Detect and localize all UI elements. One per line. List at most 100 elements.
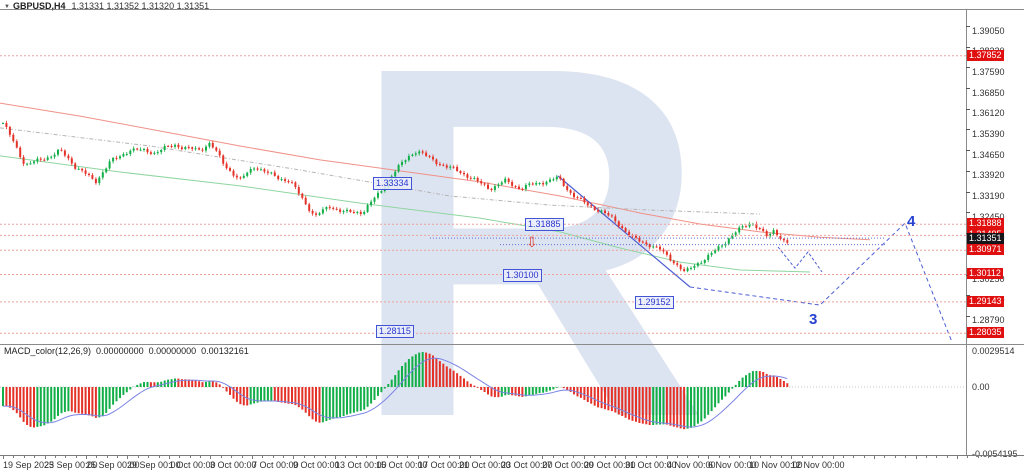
candle-body xyxy=(659,247,661,250)
time-axis-tick xyxy=(511,456,512,458)
time-axis-tick xyxy=(967,456,968,458)
time-axis-tick xyxy=(65,456,66,458)
candle-body xyxy=(133,149,135,151)
price-annotation-label[interactable]: 1.30100 xyxy=(503,269,542,282)
candle-body xyxy=(673,261,675,264)
indicator-value-1: 0.00000000 xyxy=(96,346,144,356)
time-axis-tick xyxy=(905,456,906,458)
price-annotation-label[interactable]: 1.28115 xyxy=(376,325,414,338)
indicator-value-2: 0.00000000 xyxy=(149,346,197,356)
candle-body xyxy=(291,182,293,183)
candle-body xyxy=(604,211,606,213)
candle-body xyxy=(501,183,503,185)
candle-body xyxy=(521,189,523,190)
time-axis-tick xyxy=(55,456,56,458)
time-axis-tick xyxy=(916,456,917,459)
wave-number-label[interactable]: 4 xyxy=(907,213,915,230)
level-price-box: 1.29143 xyxy=(967,296,1004,307)
candle-body xyxy=(439,164,441,165)
candle-body xyxy=(277,176,279,179)
candle-body xyxy=(136,149,138,150)
time-axis-tick xyxy=(76,456,77,458)
candle-body xyxy=(343,211,345,212)
level-price-box: 1.28035 xyxy=(967,327,1004,338)
candle-body xyxy=(621,226,623,228)
price-annotation-label[interactable]: 1.31885 xyxy=(525,218,564,231)
candle-body xyxy=(480,181,482,183)
time-axis-tick xyxy=(853,456,854,458)
time-axis-tick xyxy=(3,456,4,459)
time-axis-tick xyxy=(532,456,533,458)
time-axis-tick xyxy=(304,456,305,458)
time-axis-tick xyxy=(449,456,450,458)
wave-number-label[interactable]: 3 xyxy=(809,311,817,328)
candle-body xyxy=(704,260,706,263)
price-annotation-label[interactable]: 1.29152 xyxy=(635,296,674,309)
time-axis-tick xyxy=(470,456,471,458)
candle-body xyxy=(714,250,716,252)
candle-body xyxy=(301,194,303,198)
candle-body xyxy=(356,212,358,213)
chart-title: ▼GBPUSD,H41.31331 1.31352 1.31320 1.3135… xyxy=(4,1,209,11)
candle-body xyxy=(57,150,59,155)
candle-body xyxy=(85,170,87,173)
time-axis-tick xyxy=(677,456,678,458)
price-annotation-label[interactable]: 1.33334 xyxy=(373,177,412,190)
price-axis[interactable]: 1.390501.383201.375901.368501.361201.353… xyxy=(966,9,1024,455)
time-axis-tick xyxy=(843,456,844,458)
time-axis-tick xyxy=(563,456,564,458)
candle-body xyxy=(153,153,155,154)
candle-body xyxy=(363,212,365,214)
time-axis-tick xyxy=(231,456,232,458)
candle-body xyxy=(336,209,338,210)
time-axis-tick xyxy=(293,456,294,459)
candle-body xyxy=(370,202,372,205)
candle-body xyxy=(680,265,682,269)
candle-body xyxy=(446,165,448,167)
time-axis-tick xyxy=(262,456,263,458)
time-axis-tick xyxy=(148,456,149,458)
time-axis-tick xyxy=(242,456,243,458)
candle-body xyxy=(105,169,107,173)
candle-body xyxy=(645,242,647,244)
macd-indicator-pane[interactable] xyxy=(0,352,966,429)
time-axis-tick xyxy=(895,456,896,458)
chart-canvas[interactable] xyxy=(0,0,966,455)
candle-body xyxy=(528,184,530,185)
candle-body xyxy=(683,269,685,271)
candle-body xyxy=(511,182,513,186)
candle-body xyxy=(260,169,262,170)
axis-tick-mark xyxy=(966,109,970,110)
sell-signal-arrow-icon[interactable]: ⇩ xyxy=(526,234,538,251)
candle-body xyxy=(742,226,744,227)
time-axis-tick xyxy=(179,456,180,458)
candle-body xyxy=(140,150,142,151)
time-axis-tick xyxy=(625,456,626,459)
time-axis-tick xyxy=(864,456,865,458)
candle-body xyxy=(549,180,551,182)
candle-body xyxy=(669,255,671,261)
expand-arrow-icon[interactable]: ▼ xyxy=(4,4,10,10)
candle-body xyxy=(394,172,396,177)
main-price-pane[interactable] xyxy=(0,56,966,342)
time-axis-label: 3 Oct 00:00 xyxy=(210,460,257,470)
candle-body xyxy=(43,160,45,161)
candle-body xyxy=(267,172,269,173)
candle-body xyxy=(466,174,468,178)
candle-body xyxy=(23,157,25,164)
price-axis-tick-label: 1.33190 xyxy=(972,192,1005,201)
candle-body xyxy=(539,183,541,184)
time-axis-tick xyxy=(760,456,761,458)
time-axis-tick xyxy=(926,456,927,458)
time-axis-tick xyxy=(936,456,937,458)
level-price-box: 1.30971 xyxy=(967,244,1004,255)
time-axis-tick xyxy=(542,456,543,459)
time-axis-tick xyxy=(428,456,429,458)
candle-body xyxy=(284,179,286,181)
pane-separator-line[interactable] xyxy=(0,344,1024,345)
candle-body xyxy=(463,173,465,174)
time-axis-tick xyxy=(314,456,315,458)
time-axis[interactable]: 19 Sep 202523 Sep 00:0025 Sep 00:0029 Se… xyxy=(0,455,1024,471)
time-axis-tick xyxy=(553,456,554,458)
candle-body xyxy=(222,155,224,163)
